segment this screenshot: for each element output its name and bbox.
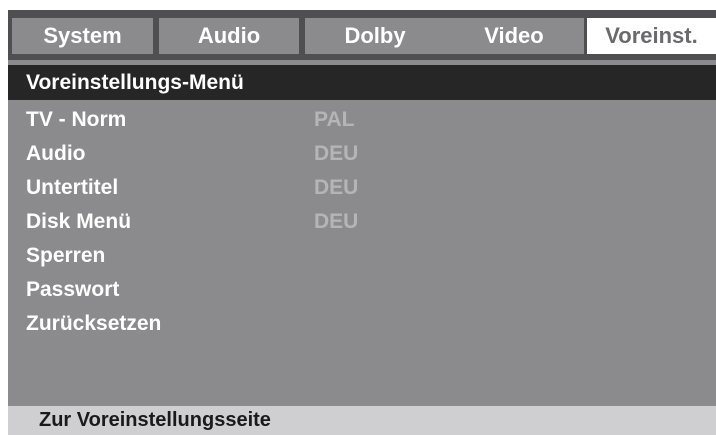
tab-audio[interactable]: Audio (159, 18, 299, 54)
menu-item-label: Passwort (26, 278, 120, 301)
menu-item-lock[interactable]: Sperren (8, 239, 716, 273)
tab-bar: System Audio Dolby Video Voreinst. (8, 10, 716, 60)
tab-dolby[interactable]: Dolby (305, 18, 445, 54)
menu-item-value: DEU (314, 176, 359, 199)
menu-item-value: DEU (314, 142, 359, 165)
menu-item-value: PAL (314, 108, 355, 131)
menu-item-label: Untertitel (26, 176, 119, 199)
menu-item-label: Disk Menü (26, 210, 132, 233)
tab-preset[interactable]: Voreinst. (587, 18, 716, 54)
tab-system[interactable]: System (12, 18, 153, 54)
setup-menu-screen: System Audio Dolby Video Voreinst. Vorei… (8, 10, 716, 435)
menu-item-tv-norm[interactable]: TV - Norm PAL (8, 103, 716, 137)
menu-item-disc-menu[interactable]: Disk Menü DEU (8, 205, 716, 239)
tab-video[interactable]: Video (444, 18, 584, 54)
menu-item-label: Zurücksetzen (26, 312, 162, 335)
hint-bar: Zur Voreinstellungsseite (8, 406, 716, 435)
menu-item-value: DEU (314, 210, 359, 233)
menu-item-reset[interactable]: Zurücksetzen (8, 307, 716, 341)
menu-item-label: TV - Norm (26, 108, 127, 131)
menu-list: TV - Norm PAL Audio DEU Untertitel DEU D… (8, 103, 716, 341)
menu-item-label: Audio (26, 142, 86, 165)
menu-title: Voreinstellungs-Menü (8, 65, 716, 100)
menu-item-subtitle[interactable]: Untertitel DEU (8, 171, 716, 205)
menu-item-audio[interactable]: Audio DEU (8, 137, 716, 171)
menu-item-password[interactable]: Passwort (8, 273, 716, 307)
menu-item-label: Sperren (26, 244, 106, 267)
